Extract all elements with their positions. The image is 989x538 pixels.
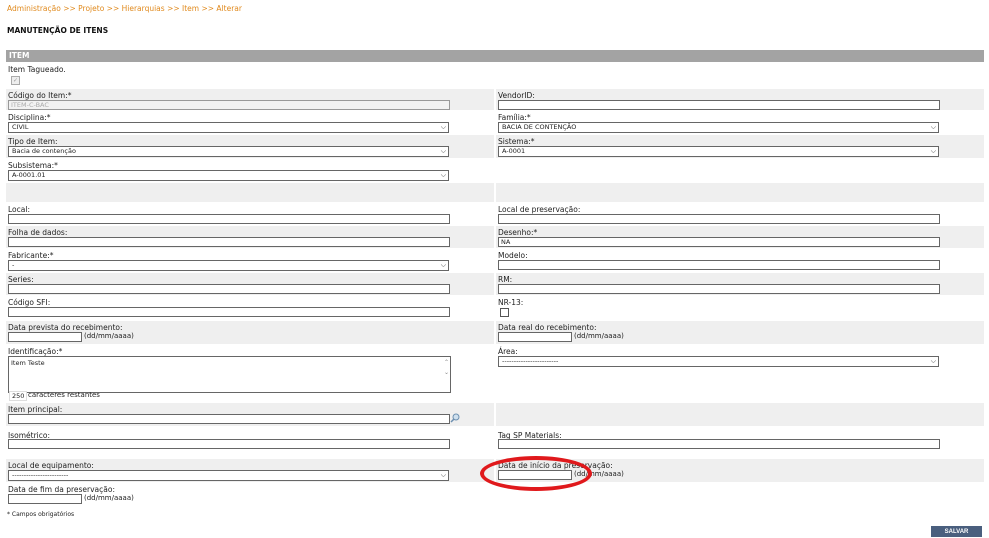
local-equip-value: ------------------------: [12, 471, 69, 479]
series-field[interactable]: [8, 284, 450, 294]
item-tagueado-label: Item Tagueado.: [8, 65, 66, 74]
chevron-down-icon: ⌵: [440, 147, 446, 155]
chevron-down-icon: ⌵: [440, 261, 446, 269]
item-principal-label: Item principal:: [8, 405, 63, 414]
codigo-item-field: ITEM-C-BAC: [8, 100, 450, 110]
chars-remaining-label: caracteres restantes: [28, 391, 100, 399]
local-preservacao-field[interactable]: [498, 214, 940, 224]
subsistema-label: Subsistema:*: [8, 161, 58, 170]
date-format-hint: (dd/mm/aaaa): [84, 494, 134, 502]
row-spacer: [6, 183, 984, 202]
row-folha-dados: Folha de dados: Desenho:* NA: [6, 226, 984, 248]
familia-select[interactable]: BACIA DE CONTENÇÃO ⌵: [498, 122, 939, 133]
row-isometrico: Isométrico: Tag SP Materials:: [6, 427, 984, 458]
breadcrumb[interactable]: Administração >> Projeto >> Hierarquias …: [7, 4, 242, 13]
nr13-label: NR-13:: [498, 298, 524, 307]
nr13-checkbox[interactable]: [500, 308, 509, 317]
vendor-id-label: VendorID:: [498, 91, 535, 100]
local-preservacao-label: Local de preservação:: [498, 205, 581, 214]
row-local: Local: Local de preservação:: [6, 203, 984, 225]
local-label: Local:: [8, 205, 30, 214]
modelo-field[interactable]: [498, 260, 940, 270]
row-identificacao: Identificação:* Item Teste ⌃ ⌄ 250 caracte…: [6, 345, 984, 402]
row-item-principal: Item principal:: [6, 403, 984, 426]
modelo-label: Modelo:: [498, 251, 528, 260]
fabricante-value: -: [12, 261, 15, 269]
folha-dados-field[interactable]: [8, 237, 450, 247]
sistema-select[interactable]: A-0001 ⌵: [498, 146, 939, 157]
row-tipo-item: Tipo de Item: Bacia de contenção ⌵ Sistem…: [6, 135, 984, 158]
familia-label: Família:*: [498, 113, 531, 122]
chevron-down-icon: ⌵: [930, 123, 936, 131]
data-real-label: Data real do recebimento:: [498, 323, 597, 332]
data-prevista-field[interactable]: [8, 332, 82, 342]
desenho-field[interactable]: NA: [498, 237, 940, 247]
sistema-label: Sistema:*: [498, 137, 535, 146]
item-principal-field[interactable]: [8, 414, 450, 424]
desenho-label: Desenho:*: [498, 228, 538, 237]
identificacao-label: Identificação:*: [8, 347, 63, 356]
folha-dados-label: Folha de dados:: [8, 228, 68, 237]
fabricante-select[interactable]: - ⌵: [8, 260, 449, 271]
date-format-hint: (dd/mm/aaaa): [574, 332, 624, 340]
local-equip-label: Local de equipamento:: [8, 461, 94, 470]
data-prevista-label: Data prevista do recebimento:: [8, 323, 123, 332]
identificacao-value: Item Teste: [11, 359, 45, 367]
data-fim-field[interactable]: [8, 494, 82, 504]
row-disciplina: Disciplina:* CIVIL ⌵ Família:* BACIA DE C…: [6, 111, 984, 134]
vendor-id-field[interactable]: [498, 100, 940, 110]
tipo-item-select[interactable]: Bacia de contenção ⌵: [8, 146, 449, 157]
date-format-hint: (dd/mm/aaaa): [84, 332, 134, 340]
disciplina-select[interactable]: CIVIL ⌵: [8, 122, 449, 133]
isometrico-field[interactable]: [8, 439, 450, 449]
row-item-tagueado: Item Tagueado. ✓: [6, 63, 984, 88]
area-label: Área:: [498, 347, 518, 356]
magnifier-icon[interactable]: [450, 413, 460, 423]
scroll-arrows-icon[interactable]: ⌃ ⌄: [444, 358, 449, 378]
data-fim-label: Data de fim da preservação:: [8, 485, 115, 494]
disciplina-value: CIVIL: [12, 123, 29, 131]
data-real-field[interactable]: [498, 332, 572, 342]
chevron-down-icon: ⌵: [440, 171, 446, 179]
codigo-sfi-label: Código SFI:: [8, 298, 51, 307]
area-value: ------------------------: [502, 357, 559, 365]
rm-label: RM:: [498, 275, 513, 284]
subsistema-select[interactable]: A-0001.01 ⌵: [8, 170, 449, 181]
row-data-fim: Data de fim da preservação: (dd/mm/aaaa): [6, 483, 984, 506]
row-series: Series: RM:: [6, 273, 984, 295]
local-field[interactable]: [8, 214, 450, 224]
item-tagueado-checkbox[interactable]: ✓: [11, 76, 20, 85]
chevron-down-icon: ⌵: [930, 357, 936, 365]
local-equip-select[interactable]: ------------------------ ⌵: [8, 470, 449, 481]
section-header: ITEM: [6, 50, 984, 62]
chevron-down-icon: ⌵: [440, 123, 446, 131]
tipo-item-value: Bacia de contenção: [12, 147, 76, 155]
tag-sp-field[interactable]: [498, 439, 940, 449]
codigo-item-label: Código do Item:*: [8, 91, 72, 100]
identificacao-textarea[interactable]: Item Teste ⌃ ⌄: [8, 356, 451, 393]
page-title: MANUTENÇÃO DE ITENS: [7, 26, 109, 35]
disciplina-label: Disciplina:*: [8, 113, 51, 122]
required-fields-note: * Campos obrigatórios: [7, 511, 75, 518]
chevron-down-icon: ⌵: [930, 147, 936, 155]
row-codigo-sfi: Código SFI: NR-13:: [6, 296, 984, 320]
chars-remaining-count: 250: [9, 391, 28, 401]
series-label: Series:: [8, 275, 34, 284]
tipo-item-label: Tipo de Item:: [8, 137, 58, 146]
area-select[interactable]: ------------------------ ⌵: [498, 356, 939, 367]
row-codigo: Código do Item:* ITEM-C-BAC VendorID:: [6, 89, 984, 110]
save-button[interactable]: SALVAR: [931, 526, 982, 537]
subsistema-value: A-0001.01: [12, 171, 46, 179]
chevron-down-icon: ⌵: [440, 471, 446, 479]
sistema-value: A-0001: [502, 147, 526, 155]
codigo-sfi-field[interactable]: [8, 307, 450, 317]
familia-value: BACIA DE CONTENÇÃO: [502, 123, 577, 131]
row-fabricante: Fabricante:* - ⌵ Modelo:: [6, 249, 984, 272]
fabricante-label: Fabricante:*: [8, 251, 54, 260]
rm-field[interactable]: [498, 284, 940, 294]
row-datas-recebimento: Data prevista do recebimento: (dd/mm/aaa…: [6, 321, 984, 344]
highlight-annotation: [480, 456, 592, 491]
row-subsistema: Subsistema:* A-0001.01 ⌵: [6, 159, 984, 182]
